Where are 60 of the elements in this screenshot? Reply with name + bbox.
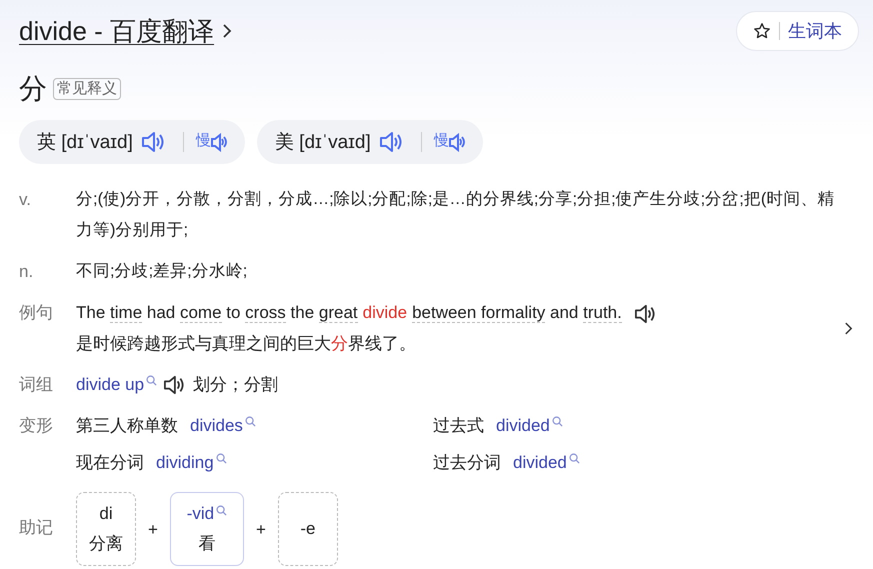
part-of-speech: v. xyxy=(19,189,32,211)
sentence-text: and xyxy=(549,303,580,322)
search-icon[interactable] xyxy=(568,453,580,464)
phonetic-text: 美 [dɪˈvaɪd] xyxy=(274,130,371,155)
mnemonic-card[interactable]: -vid 看 xyxy=(170,492,244,566)
slow-speaker-button[interactable]: 慢 xyxy=(196,131,227,153)
mnemonic-root: -vid xyxy=(186,503,214,525)
form-word-link[interactable]: divided xyxy=(513,447,567,478)
word-link[interactable]: cross xyxy=(245,303,286,323)
word-link[interactable]: come xyxy=(180,303,222,323)
phonetic-text: 英 [dɪˈvaɪd] xyxy=(37,131,133,155)
tag-label: 常见释义 xyxy=(53,78,121,100)
search-icon[interactable] xyxy=(216,453,227,464)
form-name: 第三人称单数 xyxy=(76,415,178,437)
search-icon[interactable] xyxy=(552,416,563,427)
mnemonic-meaning: 看 xyxy=(198,533,216,555)
title-link[interactable]: divide - 百度翻译 xyxy=(19,14,214,48)
form-word-link[interactable]: divides xyxy=(190,410,243,441)
example-label: 例句 xyxy=(19,302,54,324)
definition-text: 不同;分歧;差异;分水岭; xyxy=(76,261,248,282)
word-link[interactable]: time xyxy=(110,303,142,323)
form-word-link[interactable]: divided xyxy=(496,410,550,441)
sentence-text: The xyxy=(76,303,106,322)
word-link[interactable]: truth. xyxy=(583,303,622,323)
star-icon xyxy=(753,22,771,40)
mnemonic-meaning: 分离 xyxy=(89,533,123,555)
sentence-text: to xyxy=(225,303,242,322)
speaker-icon[interactable] xyxy=(163,374,186,394)
mnemonic-root: -e xyxy=(300,518,316,540)
chevron-right-icon[interactable] xyxy=(844,320,853,336)
form-name: 过去式 xyxy=(433,415,484,437)
phrase-meaning: 划分；分割 xyxy=(193,374,278,396)
definition-text: 分;(使)分开，分散，分割，分成…;除以;分配;除;是…的分界线;分享;分担;使产生分歧;分岔;把(时间、精力等)分别用于; xyxy=(76,189,836,241)
phrases-label: 词组 xyxy=(19,374,54,396)
phrase-link[interactable]: divide up xyxy=(76,369,144,400)
plus-sign: + xyxy=(256,518,266,540)
sentence-text: the xyxy=(290,303,316,322)
word-link[interactable]: between formality xyxy=(412,303,546,323)
mnemonic-root: di xyxy=(99,503,113,525)
search-icon[interactable] xyxy=(146,375,158,386)
part-of-speech: n. xyxy=(19,261,34,283)
search-icon[interactable] xyxy=(244,416,256,427)
slow-speaker-button[interactable]: 慢 xyxy=(434,131,465,153)
form-word-link[interactable]: dividing xyxy=(156,447,214,478)
mnemonic-label: 助记 xyxy=(19,516,54,538)
plus-sign: + xyxy=(148,518,158,540)
speaker-icon[interactable] xyxy=(634,304,656,324)
wordbook-button[interactable]: 生词本 xyxy=(736,11,859,51)
chevron-right-icon[interactable] xyxy=(222,23,232,39)
form-name: 现在分词 xyxy=(76,452,144,474)
translation-text: 界线了。 xyxy=(348,334,416,353)
highlighted-word: divide xyxy=(362,303,408,322)
search-icon[interactable] xyxy=(216,505,228,516)
sentence-text: had xyxy=(146,303,176,322)
forms-label: 变形 xyxy=(19,415,54,437)
translation-text: 是时候跨越形式与真理之间的巨大 xyxy=(76,334,331,353)
headword-translation: 分 xyxy=(19,72,47,106)
highlighted-word: 分 xyxy=(331,334,348,353)
word-link[interactable]: great xyxy=(318,303,358,323)
form-name: 过去分词 xyxy=(433,452,501,474)
